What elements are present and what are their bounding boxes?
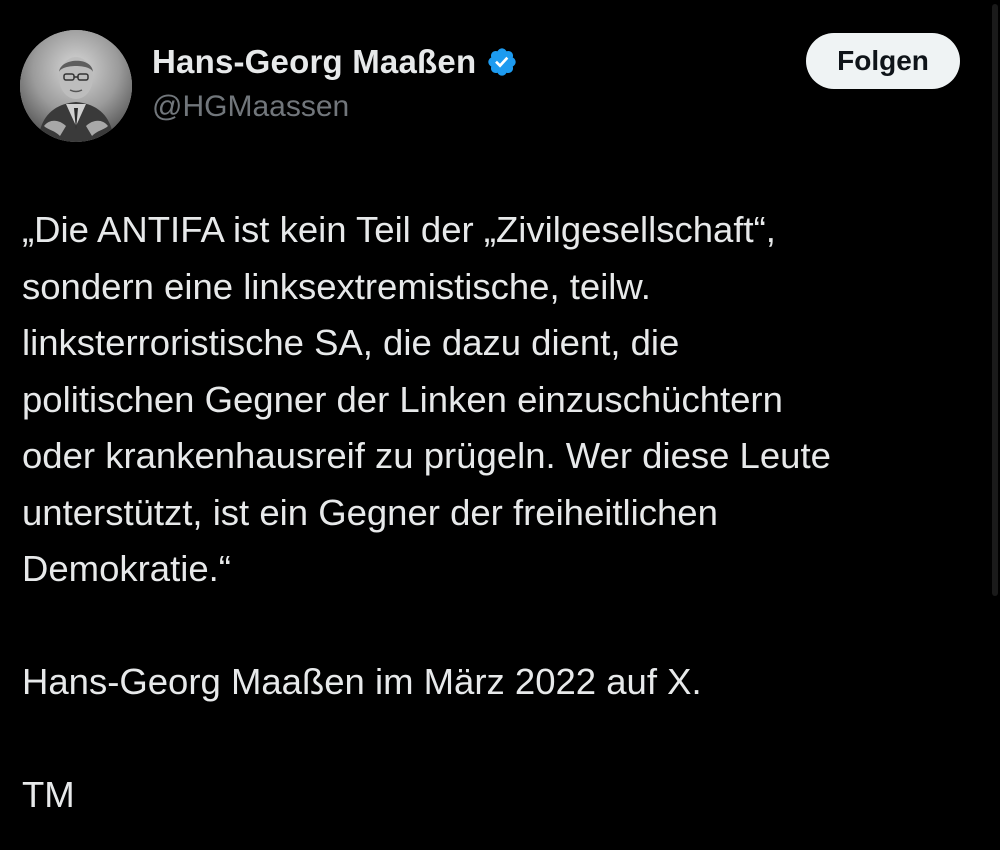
tweet-text-line: Demokratie.“: [22, 548, 231, 589]
profile-photo-icon: [20, 30, 132, 142]
scrollbar[interactable]: [992, 4, 998, 596]
author-display-name[interactable]: Hans-Georg Maaßen: [152, 43, 476, 81]
tweet-text-line: „Die ANTIFA ist kein Teil der „Zivilgese…: [22, 209, 776, 250]
tweet-text-line: Hans-Georg Maaßen im März 2022 auf X.: [22, 661, 702, 702]
verified-badge-icon[interactable]: [486, 46, 518, 78]
tweet-text-line: politischen Gegner der Linken einzuschüc…: [22, 378, 783, 420]
tweet-text-line: linksterroristische SA, die dazu dient, …: [22, 322, 680, 363]
follow-button[interactable]: Folgen: [806, 33, 960, 89]
tweet-text-line: sondern eine linksextremistische, teilw.: [22, 265, 651, 307]
author-handle[interactable]: @HGMaassen: [152, 90, 349, 124]
author-name-row: Hans-Georg Maaßen: [152, 40, 518, 84]
tweet-text-spacer: [22, 598, 972, 655]
tweet-text-line: unterstützt, ist ein Gegner der freiheit…: [22, 491, 718, 533]
avatar[interactable]: [20, 30, 132, 142]
tweet-text-line: oder krankenhausreif zu prügeln. Wer die…: [22, 435, 831, 476]
tweet-text-spacer: [22, 711, 972, 768]
tweet-text: „Die ANTIFA ist kein Teil der „Zivilgese…: [22, 202, 972, 824]
tweet-text-line: TM: [22, 774, 75, 815]
tweet-card: Hans-Georg Maaßen @HGMaassen Folgen „Die…: [0, 0, 1000, 850]
